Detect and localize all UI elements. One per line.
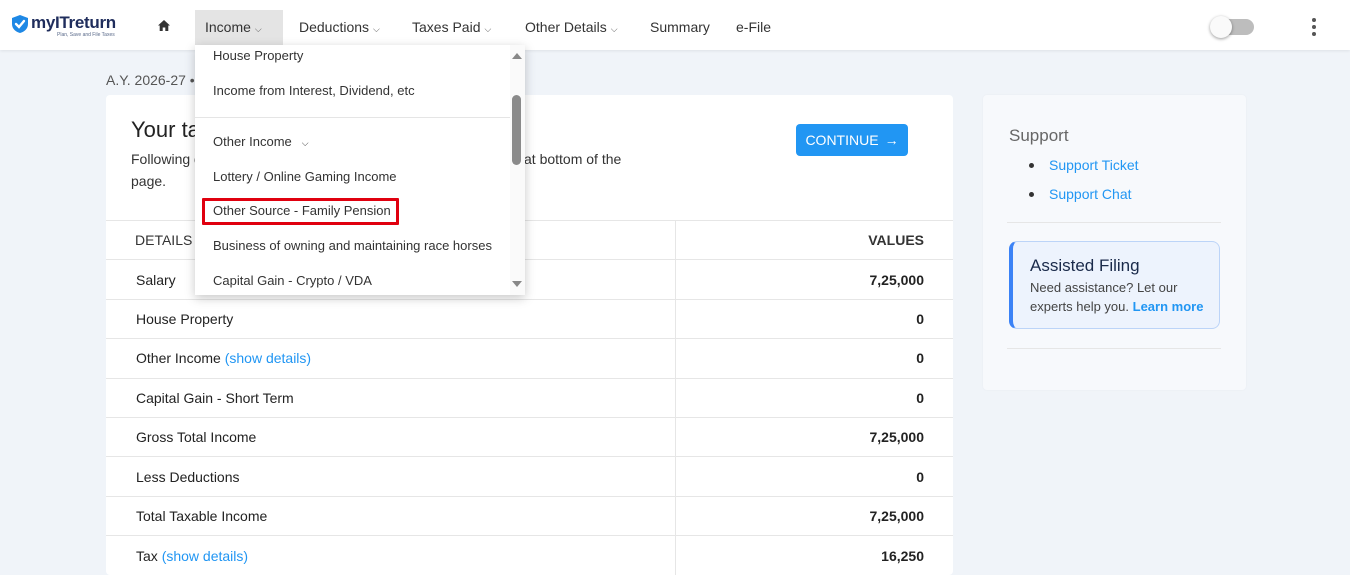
assisted-filing-title: Assisted Filing bbox=[1030, 256, 1140, 275]
brand-name: myITreturn bbox=[31, 13, 116, 32]
table-row: Less Deductions 0 bbox=[106, 456, 953, 497]
divider bbox=[1007, 348, 1221, 349]
arrow-right-icon: → bbox=[884, 132, 899, 148]
assessment-year: A.Y. 2026-27 • bbox=[106, 72, 195, 88]
support-links: Support Ticket Support Chat bbox=[1027, 156, 1139, 214]
row-label: Total Taxable Income bbox=[106, 495, 676, 536]
menu-item-other-income[interactable]: Other Income ⌵ bbox=[213, 133, 309, 152]
continue-button[interactable]: CONTINUE → bbox=[796, 124, 908, 156]
card-desc-start: Following d bbox=[131, 151, 202, 167]
row-value: 0 bbox=[675, 298, 953, 339]
row-label: Other Income bbox=[136, 350, 221, 367]
table-row: Total Taxable Income 7,25,000 bbox=[106, 495, 953, 536]
check-shield-icon bbox=[12, 15, 28, 33]
row-label: Capital Gain - Short Term bbox=[106, 377, 676, 418]
row-label-cell: Other Income (show details) bbox=[106, 338, 676, 379]
nav-summary[interactable]: Summary bbox=[650, 10, 710, 45]
row-value: 0 bbox=[675, 338, 953, 379]
table-row: Capital Gain - Short Term 0 bbox=[106, 377, 953, 418]
nav-income[interactable]: Income ⌵ bbox=[195, 10, 283, 45]
more-vert-icon[interactable] bbox=[1310, 18, 1318, 36]
nav-efile[interactable]: e-File bbox=[736, 10, 771, 45]
row-label: Less Deductions bbox=[106, 456, 676, 497]
support-panel: Support Support Ticket Support Chat Assi… bbox=[983, 95, 1246, 390]
chevron-down-icon: ⌵ bbox=[610, 24, 618, 34]
menu-item-house-property[interactable]: House Property bbox=[213, 47, 303, 65]
theme-toggle[interactable] bbox=[1210, 16, 1254, 38]
chevron-down-icon: ⌵ bbox=[254, 24, 262, 34]
highlight-box bbox=[202, 198, 399, 225]
learn-more-link[interactable]: Learn more bbox=[1133, 299, 1204, 314]
row-label: House Property bbox=[106, 298, 676, 339]
support-ticket-link[interactable]: Support Ticket bbox=[1027, 156, 1139, 185]
row-value: 16,250 bbox=[675, 535, 953, 575]
home-icon[interactable] bbox=[157, 19, 171, 33]
brand-tagline: Plan, Save and File Taxes bbox=[57, 32, 115, 38]
col-values: VALUES bbox=[675, 219, 953, 260]
table-row: Tax (show details) 16,250 bbox=[106, 535, 953, 575]
toggle-knob bbox=[1210, 16, 1232, 38]
row-label-cell: Tax (show details) bbox=[106, 535, 676, 575]
scroll-down-arrow-icon[interactable] bbox=[512, 281, 522, 287]
nav-other-details-label: Other Details bbox=[525, 19, 607, 35]
nav-deductions-label: Deductions bbox=[299, 19, 370, 35]
nav-income-label: Income bbox=[205, 19, 251, 35]
income-dropdown-menu: House Property Income from Interest, Div… bbox=[195, 45, 525, 295]
row-value: 7,25,000 bbox=[675, 259, 953, 300]
table-row: House Property 0 bbox=[106, 298, 953, 339]
show-details-link[interactable]: (show details) bbox=[162, 548, 248, 564]
menu-item-crypto-vda[interactable]: Capital Gain - Crypto / VDA bbox=[213, 272, 372, 290]
nav-other-details[interactable]: Other Details ⌵ bbox=[525, 10, 618, 45]
row-value: 0 bbox=[675, 456, 953, 497]
chevron-down-icon: ⌵ bbox=[484, 24, 492, 34]
top-navbar: myITreturn Plan, Save and File Taxes Inc… bbox=[0, 0, 1350, 50]
assisted-filing-text: Need assistance? Let our experts help yo… bbox=[1030, 278, 1216, 316]
menu-item-other-income-label: Other Income bbox=[213, 134, 292, 149]
row-label: Tax bbox=[136, 547, 158, 564]
nav-taxes-paid[interactable]: Taxes Paid ⌵ bbox=[412, 10, 491, 45]
row-value: 7,25,000 bbox=[675, 495, 953, 536]
row-label: Gross Total Income bbox=[106, 416, 676, 457]
chevron-down-icon: ⌵ bbox=[301, 138, 309, 148]
show-details-link[interactable]: (show details) bbox=[225, 350, 311, 366]
support-chat-link[interactable]: Support Chat bbox=[1027, 185, 1139, 214]
menu-item-lottery-gaming[interactable]: Lottery / Online Gaming Income bbox=[213, 168, 397, 186]
scrollbar-track[interactable] bbox=[510, 45, 525, 295]
row-value: 0 bbox=[675, 377, 953, 418]
card-desc-end: at bottom of the bbox=[524, 151, 622, 167]
row-value: 7,25,000 bbox=[675, 416, 953, 457]
menu-item-race-horses[interactable]: Business of owning and maintaining race … bbox=[213, 237, 492, 255]
nav-deductions[interactable]: Deductions ⌵ bbox=[299, 10, 380, 45]
card-title: Your ta bbox=[131, 117, 200, 142]
support-title: Support bbox=[1009, 126, 1069, 145]
table-row: Gross Total Income 7,25,000 bbox=[106, 416, 953, 457]
nav-taxes-paid-label: Taxes Paid bbox=[412, 19, 481, 35]
menu-item-interest-dividend[interactable]: Income from Interest, Dividend, etc bbox=[213, 82, 415, 100]
table-row: Other Income (show details) 0 bbox=[106, 338, 953, 379]
card-desc-line2: page. bbox=[131, 173, 167, 189]
scrollbar-thumb[interactable] bbox=[512, 95, 521, 165]
menu-divider bbox=[195, 117, 511, 118]
continue-label: CONTINUE bbox=[805, 132, 879, 148]
chevron-down-icon: ⌵ bbox=[373, 24, 380, 34]
scroll-up-arrow-icon[interactable] bbox=[512, 53, 522, 59]
assisted-filing-box: Assisted Filing Need assistance? Let our… bbox=[1009, 241, 1220, 329]
divider bbox=[1007, 222, 1221, 223]
